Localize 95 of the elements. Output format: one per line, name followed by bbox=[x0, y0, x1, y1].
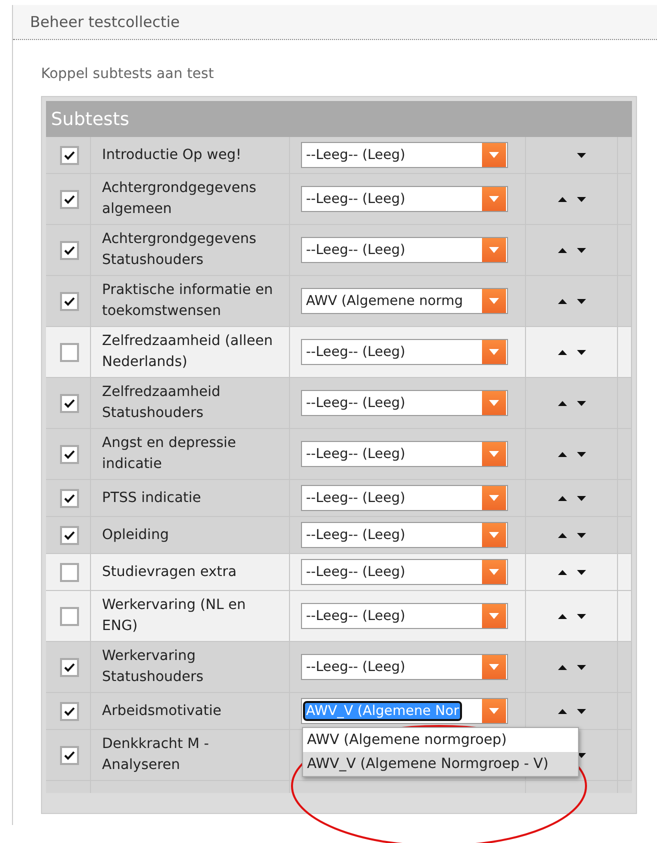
norm-group-select[interactable]: --Leeg-- (Leeg) bbox=[301, 654, 508, 680]
up-arrow-icon[interactable] bbox=[558, 708, 566, 714]
check-icon bbox=[64, 296, 75, 306]
checkbox[interactable] bbox=[60, 702, 79, 720]
dropdown-caret-icon bbox=[489, 532, 499, 538]
dropdown-caret-icon bbox=[489, 196, 499, 202]
up-arrow-icon[interactable] bbox=[558, 614, 566, 618]
subtest-name: Denkkracht M - Analyseren bbox=[101, 735, 210, 775]
norm-group-select[interactable]: --Leeg-- (Leeg) bbox=[301, 390, 508, 416]
check-icon bbox=[64, 450, 75, 458]
subtest-name: Zelfredzaamheid (alleen Nederlands) bbox=[101, 332, 274, 372]
checkbox[interactable] bbox=[60, 240, 79, 260]
subtest-name: Introductie Op weg! bbox=[101, 146, 242, 164]
dropdown-caret-icon bbox=[489, 495, 499, 501]
dropdown-option[interactable]: AWV_V (Algemene Normgroep - V) bbox=[303, 752, 578, 776]
down-arrow-icon[interactable] bbox=[576, 152, 586, 158]
norm-group-select[interactable]: --Leeg-- (Leeg) bbox=[301, 522, 508, 548]
check-icon bbox=[64, 530, 75, 540]
norm-group-select[interactable]: --Leeg-- (Leeg) bbox=[301, 441, 508, 467]
checkbox[interactable] bbox=[60, 526, 79, 544]
dropdown-caret-icon bbox=[489, 152, 499, 158]
up-arrow-icon[interactable] bbox=[558, 570, 566, 574]
checkbox[interactable] bbox=[60, 658, 79, 676]
down-arrow-icon[interactable] bbox=[576, 350, 586, 354]
up-arrow-icon[interactable] bbox=[558, 248, 566, 252]
check-icon bbox=[64, 194, 75, 204]
dropdown-caret-icon bbox=[489, 708, 499, 714]
down-arrow-icon[interactable] bbox=[576, 400, 586, 406]
checkbox[interactable] bbox=[60, 746, 79, 764]
checkbox[interactable] bbox=[60, 488, 79, 508]
dropdown-caret-icon bbox=[489, 298, 499, 304]
check-icon bbox=[64, 662, 75, 672]
dropdown-caret-icon bbox=[489, 400, 499, 406]
down-arrow-icon[interactable] bbox=[576, 708, 586, 714]
down-arrow-icon[interactable] bbox=[576, 664, 586, 670]
check-icon bbox=[64, 706, 75, 716]
up-arrow-icon[interactable] bbox=[558, 350, 566, 354]
down-arrow-icon[interactable] bbox=[576, 532, 586, 538]
dropdown-caret-icon bbox=[489, 451, 499, 457]
checkbox[interactable] bbox=[60, 292, 79, 310]
up-arrow-icon[interactable] bbox=[558, 496, 566, 500]
subtest-name: Praktische informatie en toekomstwensen bbox=[101, 281, 274, 321]
subtest-name: Achtergrondgegevens Statushouders bbox=[101, 230, 258, 270]
up-arrow-icon[interactable] bbox=[558, 452, 566, 456]
dropdown-caret-icon bbox=[489, 247, 499, 253]
checkbox[interactable] bbox=[60, 606, 79, 626]
checkbox[interactable] bbox=[60, 190, 79, 208]
check-icon bbox=[64, 750, 75, 760]
norm-group-select[interactable]: AWV (Algemene normg bbox=[301, 288, 508, 314]
dropdown-caret-icon bbox=[489, 664, 499, 670]
down-arrow-icon[interactable] bbox=[576, 614, 586, 618]
subtest-name: Arbeidsmotivatie bbox=[101, 702, 222, 720]
panel-title: Subtests bbox=[46, 101, 632, 137]
subtest-name: Studievragen extra bbox=[101, 562, 237, 582]
norm-group-select[interactable]: --Leeg-- (Leeg) bbox=[301, 142, 508, 168]
down-arrow-icon[interactable] bbox=[576, 496, 586, 500]
checkbox[interactable] bbox=[60, 562, 79, 582]
check-icon bbox=[64, 150, 75, 160]
up-arrow-icon[interactable] bbox=[558, 298, 566, 304]
subtest-name: PTSS indicatie bbox=[101, 488, 202, 508]
dropdown-caret-icon bbox=[489, 569, 499, 575]
up-arrow-icon[interactable] bbox=[558, 196, 566, 202]
dropdown-caret-icon bbox=[489, 613, 499, 619]
subtest-name: Achtergrondgegevens algemeen bbox=[101, 179, 258, 219]
checkbox[interactable] bbox=[60, 342, 79, 362]
norm-group-select[interactable]: --Leeg-- (Leeg) bbox=[301, 559, 508, 585]
norm-group-select[interactable]: --Leeg-- (Leeg) bbox=[301, 237, 508, 263]
down-arrow-icon[interactable] bbox=[576, 248, 586, 252]
checkbox[interactable] bbox=[60, 394, 79, 412]
section-title: Koppel subtests aan test bbox=[41, 66, 215, 82]
up-arrow-icon[interactable] bbox=[558, 532, 566, 538]
down-arrow-icon[interactable] bbox=[576, 298, 586, 304]
down-arrow-icon[interactable] bbox=[576, 196, 586, 202]
checkbox[interactable] bbox=[60, 146, 79, 164]
page-title: Beheer testcollectie bbox=[30, 13, 180, 31]
up-arrow-icon[interactable] bbox=[558, 664, 566, 670]
subtest-name: Werkervaring (NL en ENG) bbox=[101, 596, 247, 636]
up-arrow-icon[interactable] bbox=[558, 400, 566, 406]
down-arrow-icon[interactable] bbox=[576, 570, 586, 574]
subtest-name: Angst en depressie indicatie bbox=[101, 434, 238, 474]
dropdown-caret-icon bbox=[489, 349, 499, 355]
down-arrow-icon[interactable] bbox=[576, 752, 586, 758]
norm-group-select[interactable]: --Leeg-- (Leeg) bbox=[301, 186, 508, 212]
down-arrow-icon[interactable] bbox=[576, 452, 586, 456]
subtest-name: Opleiding bbox=[101, 526, 169, 544]
check-icon bbox=[64, 494, 75, 502]
dropdown-option[interactable]: AWV (Algemene normgroep) bbox=[303, 728, 578, 752]
norm-group-select[interactable]: --Leeg-- (Leeg) bbox=[301, 603, 508, 629]
subtest-name: Werkervaring Statushouders bbox=[101, 647, 204, 687]
norm-group-select[interactable]: --Leeg-- (Leeg) bbox=[301, 485, 508, 511]
check-icon bbox=[64, 398, 75, 408]
check-icon bbox=[64, 246, 75, 254]
subtest-name: Zelfredzaamheid Statushouders bbox=[101, 383, 222, 423]
norm-group-select[interactable]: --Leeg-- (Leeg) bbox=[301, 339, 508, 365]
checkbox[interactable] bbox=[60, 444, 79, 464]
